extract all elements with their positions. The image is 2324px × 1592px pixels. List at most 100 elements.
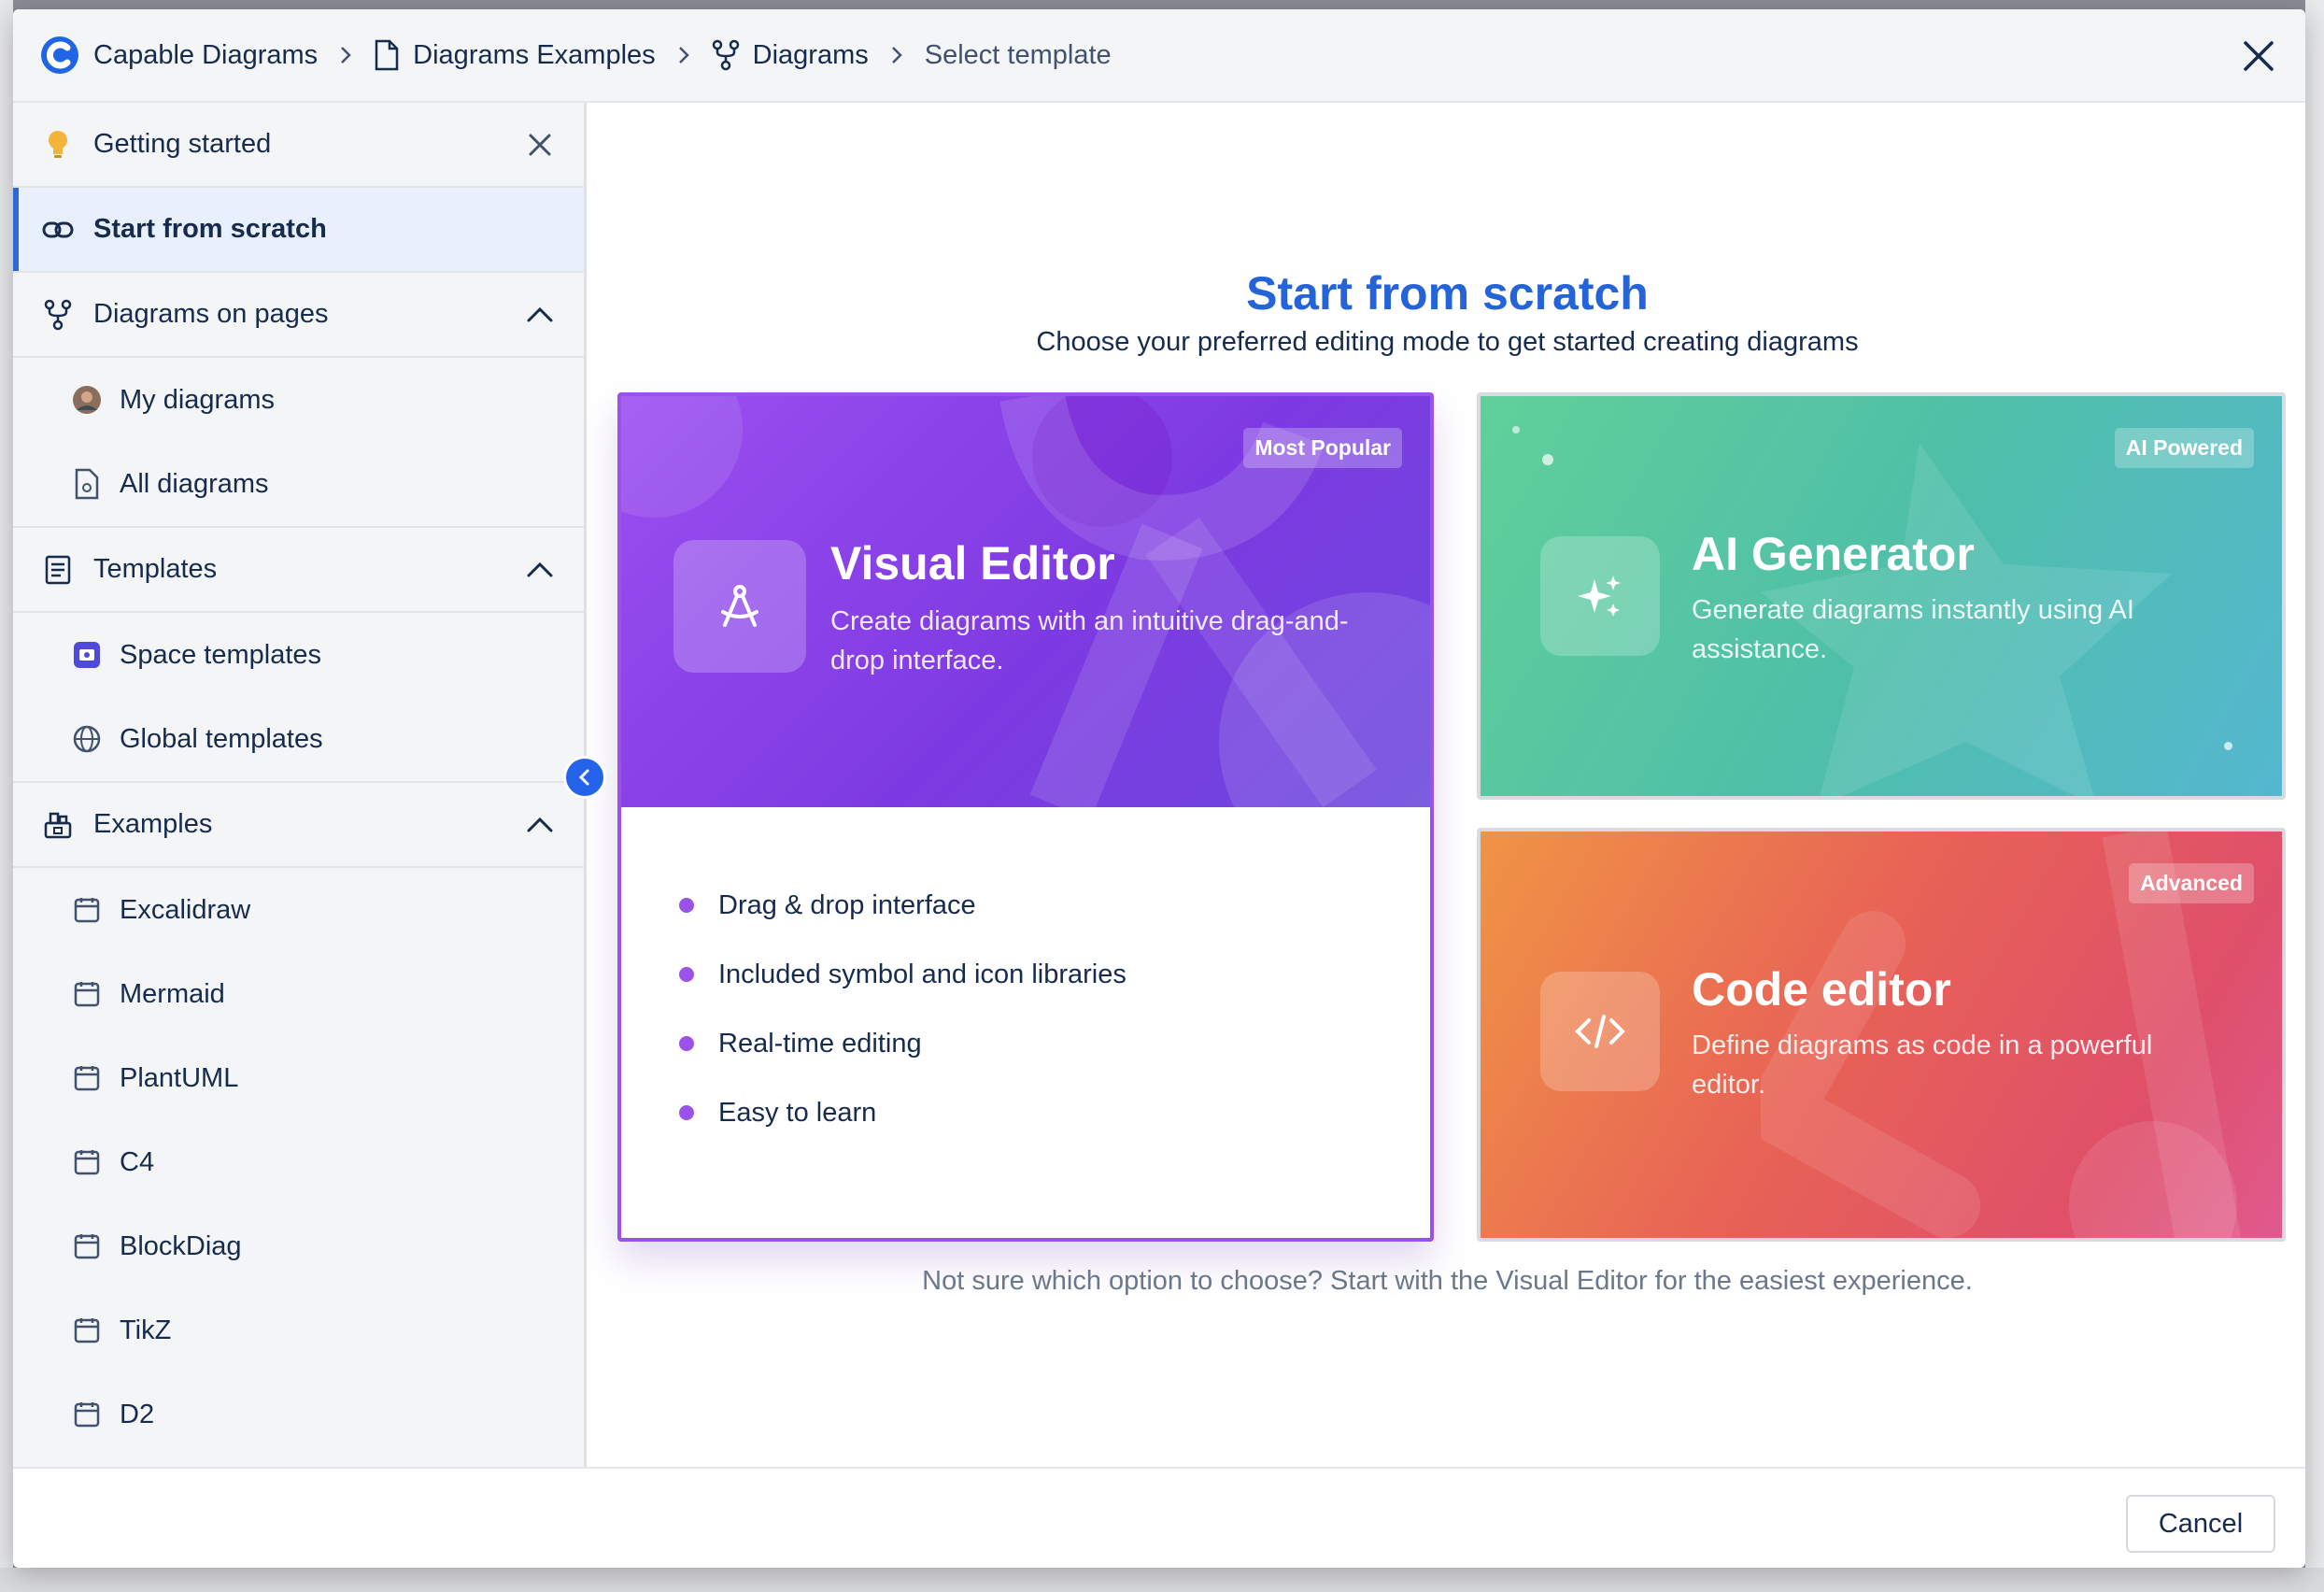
sidebar-item-label: Diagrams on pages — [93, 299, 329, 329]
modal-header: Capable Diagrams Diagrams Examples Diagr… — [13, 9, 2305, 103]
sidebar-item-example[interactable]: BlockDiag — [13, 1204, 584, 1288]
branch-icon — [712, 39, 740, 71]
code-editor-description: Define diagrams as code in a powerful ed… — [1692, 1031, 2153, 1100]
breadcrumb-current-label: Select template — [924, 39, 1112, 70]
most-popular-badge: Most Popular — [1243, 428, 1402, 468]
calendar-template-icon — [71, 1146, 103, 1178]
cancel-button[interactable]: Cancel — [2126, 1495, 2275, 1553]
sidebar-item-label: Mermaid — [120, 978, 225, 1009]
sidebar-item-label: Start from scratch — [93, 214, 327, 244]
sidebar-item-label: My diagrams — [120, 384, 275, 415]
sidebar-item-my-diagrams[interactable]: My diagrams — [13, 358, 584, 442]
calendar-template-icon — [71, 1315, 103, 1346]
collapse-sidebar-button[interactable] — [566, 759, 603, 796]
select-template-modal: Capable Diagrams Diagrams Examples Diagr… — [13, 9, 2305, 1568]
chevron-up-icon[interactable] — [524, 809, 556, 841]
sidebar-item-label: C4 — [120, 1146, 155, 1177]
breadcrumb-app[interactable]: Capable Diagrams — [39, 35, 318, 76]
bullet-icon — [679, 1105, 694, 1120]
sidebar-item-example[interactable]: D2 — [13, 1372, 584, 1457]
close-modal-button[interactable] — [2240, 37, 2277, 75]
sidebar-item-global-templates[interactable]: Global templates — [13, 697, 584, 781]
sidebar-item-label: Global templates — [120, 723, 323, 754]
chevron-up-icon[interactable] — [524, 299, 556, 331]
code-editor-title: Code editor — [1692, 963, 1951, 1016]
globe-icon — [71, 723, 103, 755]
chevron-left-icon — [578, 769, 589, 786]
close-icon — [2244, 41, 2274, 71]
breadcrumb-space-label: Diagrams Examples — [413, 39, 656, 70]
sidebar-section-diagrams-on-pages[interactable]: Diagrams on pages — [13, 273, 584, 358]
sidebar-item-space-templates[interactable]: Space templates — [13, 613, 584, 697]
space-icon — [71, 639, 103, 671]
sidebar-item-label: PlantUML — [120, 1062, 239, 1093]
calendar-template-icon — [71, 978, 103, 1010]
breadcrumb-section[interactable]: Diagrams — [712, 39, 869, 71]
ai-powered-badge: AI Powered — [2114, 428, 2254, 468]
feature-label: Easy to learn — [718, 1097, 877, 1128]
sidebar-item-label: D2 — [120, 1399, 155, 1429]
sidebar-item-start-from-scratch[interactable]: Start from scratch — [13, 188, 584, 273]
calendar-template-icon — [71, 894, 103, 926]
sparkles-icon — [1578, 576, 1621, 617]
page-subtitle: Choose your preferred editing mode to ge… — [1036, 327, 1859, 357]
sidebar: Getting started Start from scratch Diagr… — [13, 103, 587, 1467]
breadcrumb-current: Select template — [925, 40, 1112, 71]
chevron-up-icon[interactable] — [524, 554, 556, 586]
visual-editor-features: Drag & drop interface Included symbol an… — [679, 871, 1127, 1147]
background-page-left — [0, 0, 13, 1592]
sidebar-item-getting-started[interactable]: Getting started — [13, 103, 584, 188]
close-icon — [529, 134, 551, 155]
dismiss-getting-started-button[interactable] — [524, 129, 556, 161]
sidebar-item-example[interactable]: Excalidraw — [13, 868, 584, 952]
sidebar-item-label: TikZ — [120, 1315, 172, 1345]
ai-generator-description: Generate diagrams instantly using AI ass… — [1692, 595, 2134, 664]
examples-group: Excalidraw Mermaid PlantUML C4 BlockDiag… — [13, 868, 584, 1457]
sidebar-item-example[interactable]: Mermaid — [13, 952, 584, 1036]
background-page-right — [2305, 0, 2324, 1592]
sidebar-item-label: Templates — [93, 554, 218, 584]
avatar — [71, 384, 103, 416]
page-title: Start from scratch — [1246, 267, 1649, 320]
visual-editor-card[interactable]: Most Popular Visual Editor Create diagra… — [617, 392, 1434, 1242]
feature-label: Drag & drop interface — [718, 889, 976, 920]
calendar-template-icon — [71, 1062, 103, 1094]
sidebar-item-example[interactable]: C4 — [13, 1120, 584, 1204]
code-editor-card[interactable]: Advanced Code editor Define diagrams as … — [1477, 828, 2286, 1242]
bullet-icon — [679, 1036, 694, 1051]
sidebar-item-example[interactable]: PlantUML — [13, 1036, 584, 1120]
document-icon — [71, 468, 103, 500]
feature-item: Real-time editing — [679, 1009, 1127, 1078]
feature-label: Real-time editing — [718, 1028, 922, 1059]
sidebar-section-templates[interactable]: Templates — [13, 528, 584, 613]
sidebar-item-all-diagrams[interactable]: All diagrams — [13, 442, 584, 526]
branch-icon — [41, 298, 75, 332]
sidebar-item-label: BlockDiag — [120, 1230, 242, 1261]
code-icon — [1575, 1015, 1625, 1048]
sidebar-item-example[interactable]: TikZ — [13, 1288, 584, 1372]
drafting-compass-icon — [721, 585, 758, 627]
code-editor-icon-box — [1540, 972, 1660, 1091]
sidebar-item-label: Getting started — [93, 129, 272, 159]
sidebar-item-label: Space templates — [120, 639, 322, 670]
sidebar-section-examples[interactable]: Examples — [13, 783, 584, 868]
page-icon — [374, 39, 400, 71]
sidebar-item-label: All diagrams — [120, 468, 269, 499]
link-icon — [41, 213, 75, 247]
background-page-bottom — [0, 1568, 2324, 1592]
chevron-right-icon — [889, 44, 904, 66]
ai-generator-card[interactable]: AI Powered AI Generator Generate diagram… — [1477, 392, 2286, 800]
modal-footer: Cancel — [13, 1467, 2305, 1568]
ai-generator-icon-box — [1540, 536, 1660, 656]
bullet-icon — [679, 898, 694, 913]
advanced-badge: Advanced — [2129, 863, 2254, 903]
feature-item: Easy to learn — [679, 1078, 1127, 1147]
examples-icon — [41, 808, 75, 842]
calendar-template-icon — [71, 1230, 103, 1262]
ai-generator-title: AI Generator — [1692, 528, 1975, 580]
visual-editor-description: Create diagrams with an intuitive drag-a… — [830, 606, 1349, 675]
main-content: Start from scratch Choose your preferred… — [589, 103, 2305, 1467]
breadcrumb-space[interactable]: Diagrams Examples — [374, 39, 656, 71]
sidebar-item-label: Excalidraw — [120, 894, 251, 925]
diagrams-on-pages-group: My diagrams All diagrams — [13, 358, 584, 528]
